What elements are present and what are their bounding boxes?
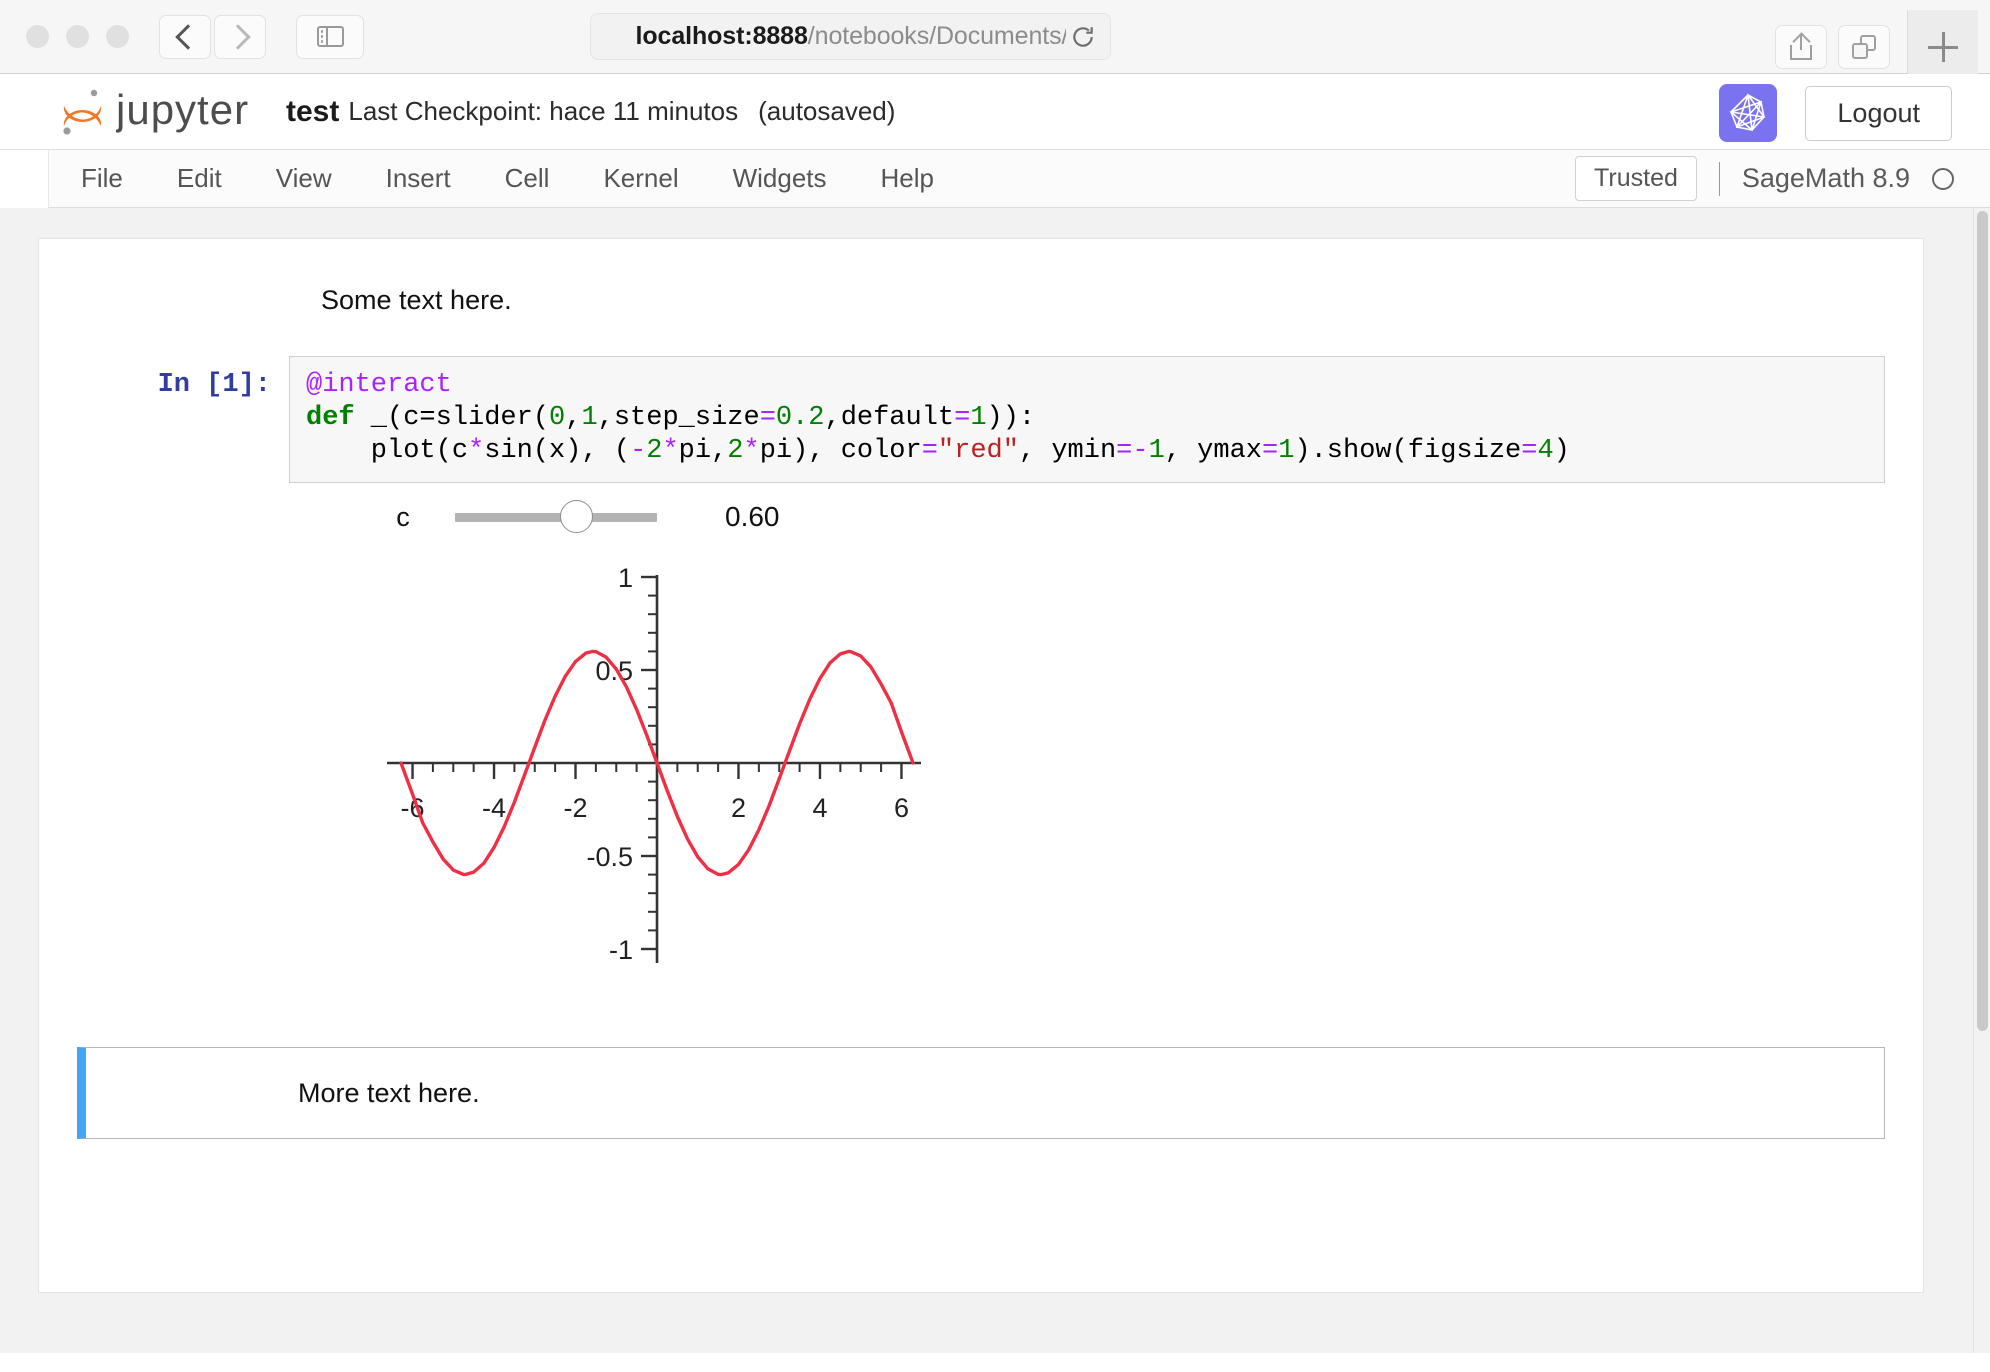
chevron-right-icon xyxy=(225,24,250,49)
kernel-idle-circle-icon[interactable] xyxy=(1932,168,1954,190)
svg-text:-0.5: -0.5 xyxy=(586,842,633,872)
svg-text:6: 6 xyxy=(894,793,909,823)
menu-view[interactable]: View xyxy=(254,163,354,194)
notebook-title[interactable]: test xyxy=(286,95,339,129)
browser-toolbar: localhost:8888/notebooks/Documents/Docen… xyxy=(0,0,1990,74)
svg-text:-4: -4 xyxy=(482,793,506,823)
notebook-page: Some text here. In [1]: @interact def _(… xyxy=(38,238,1924,1293)
header-right-group: Logout xyxy=(1719,84,1952,142)
last-checkpoint-label: Last Checkpoint: hace 11 minutos xyxy=(348,96,738,127)
new-tab-button[interactable] xyxy=(1907,10,1978,84)
svg-text:2: 2 xyxy=(731,793,746,823)
window-controls[interactable] xyxy=(26,25,129,48)
code-line-1: @interact xyxy=(306,369,1868,402)
menu-cell[interactable]: Cell xyxy=(483,163,572,194)
jupyter-logo-icon xyxy=(58,84,106,140)
slider-track[interactable] xyxy=(455,513,657,522)
vertical-scrollbar[interactable] xyxy=(1973,208,1990,1353)
plot-output: -6-4-2246 -1-0.50.51 xyxy=(39,533,1923,989)
sagemath-logo-icon xyxy=(1719,84,1777,142)
window-bottom-strip xyxy=(0,1358,1990,1372)
code-cell[interactable]: In [1]: @interact def _(c=slider(0,1,ste… xyxy=(39,356,1923,483)
notebook-scroll-area: Some text here. In [1]: @interact def _(… xyxy=(0,208,1990,1353)
slider-label: c xyxy=(381,502,425,533)
menu-kernel[interactable]: Kernel xyxy=(581,163,700,194)
reload-icon[interactable] xyxy=(1070,24,1096,50)
minimize-window-button[interactable] xyxy=(66,25,89,48)
close-window-button[interactable] xyxy=(26,25,49,48)
svg-text:4: 4 xyxy=(812,793,827,823)
browser-right-tools xyxy=(1775,10,1978,84)
forward-button[interactable] xyxy=(214,15,266,59)
url-host: localhost:8888 xyxy=(636,22,808,50)
svg-text:-1: -1 xyxy=(609,935,633,965)
jupyter-wordmark-icon: jupyter xyxy=(116,86,264,138)
menu-edit[interactable]: Edit xyxy=(155,163,244,194)
slider-value: 0.60 xyxy=(725,501,780,533)
sine-plot-chart: -6-4-2246 -1-0.50.51 xyxy=(289,559,929,989)
jupyter-logo-link[interactable]: jupyter xyxy=(58,84,264,140)
jupyter-menubar: File Edit View Insert Cell Kernel Widget… xyxy=(48,150,1990,208)
input-prompt: In [1]: xyxy=(39,356,289,400)
menu-file[interactable]: File xyxy=(59,163,145,194)
menu-help[interactable]: Help xyxy=(859,163,956,194)
slider-handle[interactable] xyxy=(560,500,593,533)
show-tabs-icon xyxy=(1852,35,1876,59)
svg-text:jupyter: jupyter xyxy=(116,86,249,133)
svg-text:0.5: 0.5 xyxy=(595,656,633,686)
share-icon xyxy=(1790,34,1812,60)
url-text: localhost:8888/notebooks/Documents/Docen… xyxy=(636,22,1066,51)
logout-button[interactable]: Logout xyxy=(1805,86,1952,141)
code-line-3: plot(c*sin(x), (-2*pi,2*pi), color="red"… xyxy=(306,435,1868,468)
code-editor[interactable]: @interact def _(c=slider(0,1,step_size=0… xyxy=(289,356,1885,483)
kernel-name-label: SageMath 8.9 xyxy=(1742,163,1910,194)
markdown-cell-bottom-text: More text here. xyxy=(298,1078,480,1109)
svg-text:-2: -2 xyxy=(564,793,588,823)
markdown-cell-top[interactable]: Some text here. xyxy=(39,239,1923,326)
share-button[interactable] xyxy=(1775,25,1827,69)
jupyter-header: jupyter test Last Checkpoint: hace 11 mi… xyxy=(0,74,1990,150)
menubar-right-group: Trusted SageMath 8.9 xyxy=(1575,156,1954,201)
back-button[interactable] xyxy=(159,15,211,59)
svg-text:1: 1 xyxy=(618,563,633,593)
menu-insert[interactable]: Insert xyxy=(364,163,473,194)
maximize-window-button[interactable] xyxy=(106,25,129,48)
code-line-2: def _(c=slider(0,1,step_size=0.2,default… xyxy=(306,402,1868,435)
interact-widget-output: c 0.60 xyxy=(39,483,1923,533)
scrollbar-thumb[interactable] xyxy=(1977,211,1988,1031)
url-path: /notebooks/Documents/Docencia/Cálculo%20… xyxy=(808,22,1066,50)
autosave-status: (autosaved) xyxy=(758,96,895,127)
menu-widgets[interactable]: Widgets xyxy=(711,163,849,194)
navigation-buttons xyxy=(159,15,266,59)
slider-widget[interactable]: c 0.60 xyxy=(289,501,1923,533)
menubar-divider xyxy=(1719,162,1720,196)
sidebar-toggle-icon xyxy=(317,26,344,47)
markdown-cell-bottom[interactable]: More text here. xyxy=(77,1047,1885,1139)
new-tab-plus-icon xyxy=(1928,32,1958,62)
sidebar-toggle-button[interactable] xyxy=(296,15,364,59)
chevron-left-icon xyxy=(175,24,200,49)
show-tabs-button[interactable] xyxy=(1838,25,1890,69)
trusted-badge[interactable]: Trusted xyxy=(1575,156,1697,201)
address-bar[interactable]: localhost:8888/notebooks/Documents/Docen… xyxy=(590,13,1111,60)
